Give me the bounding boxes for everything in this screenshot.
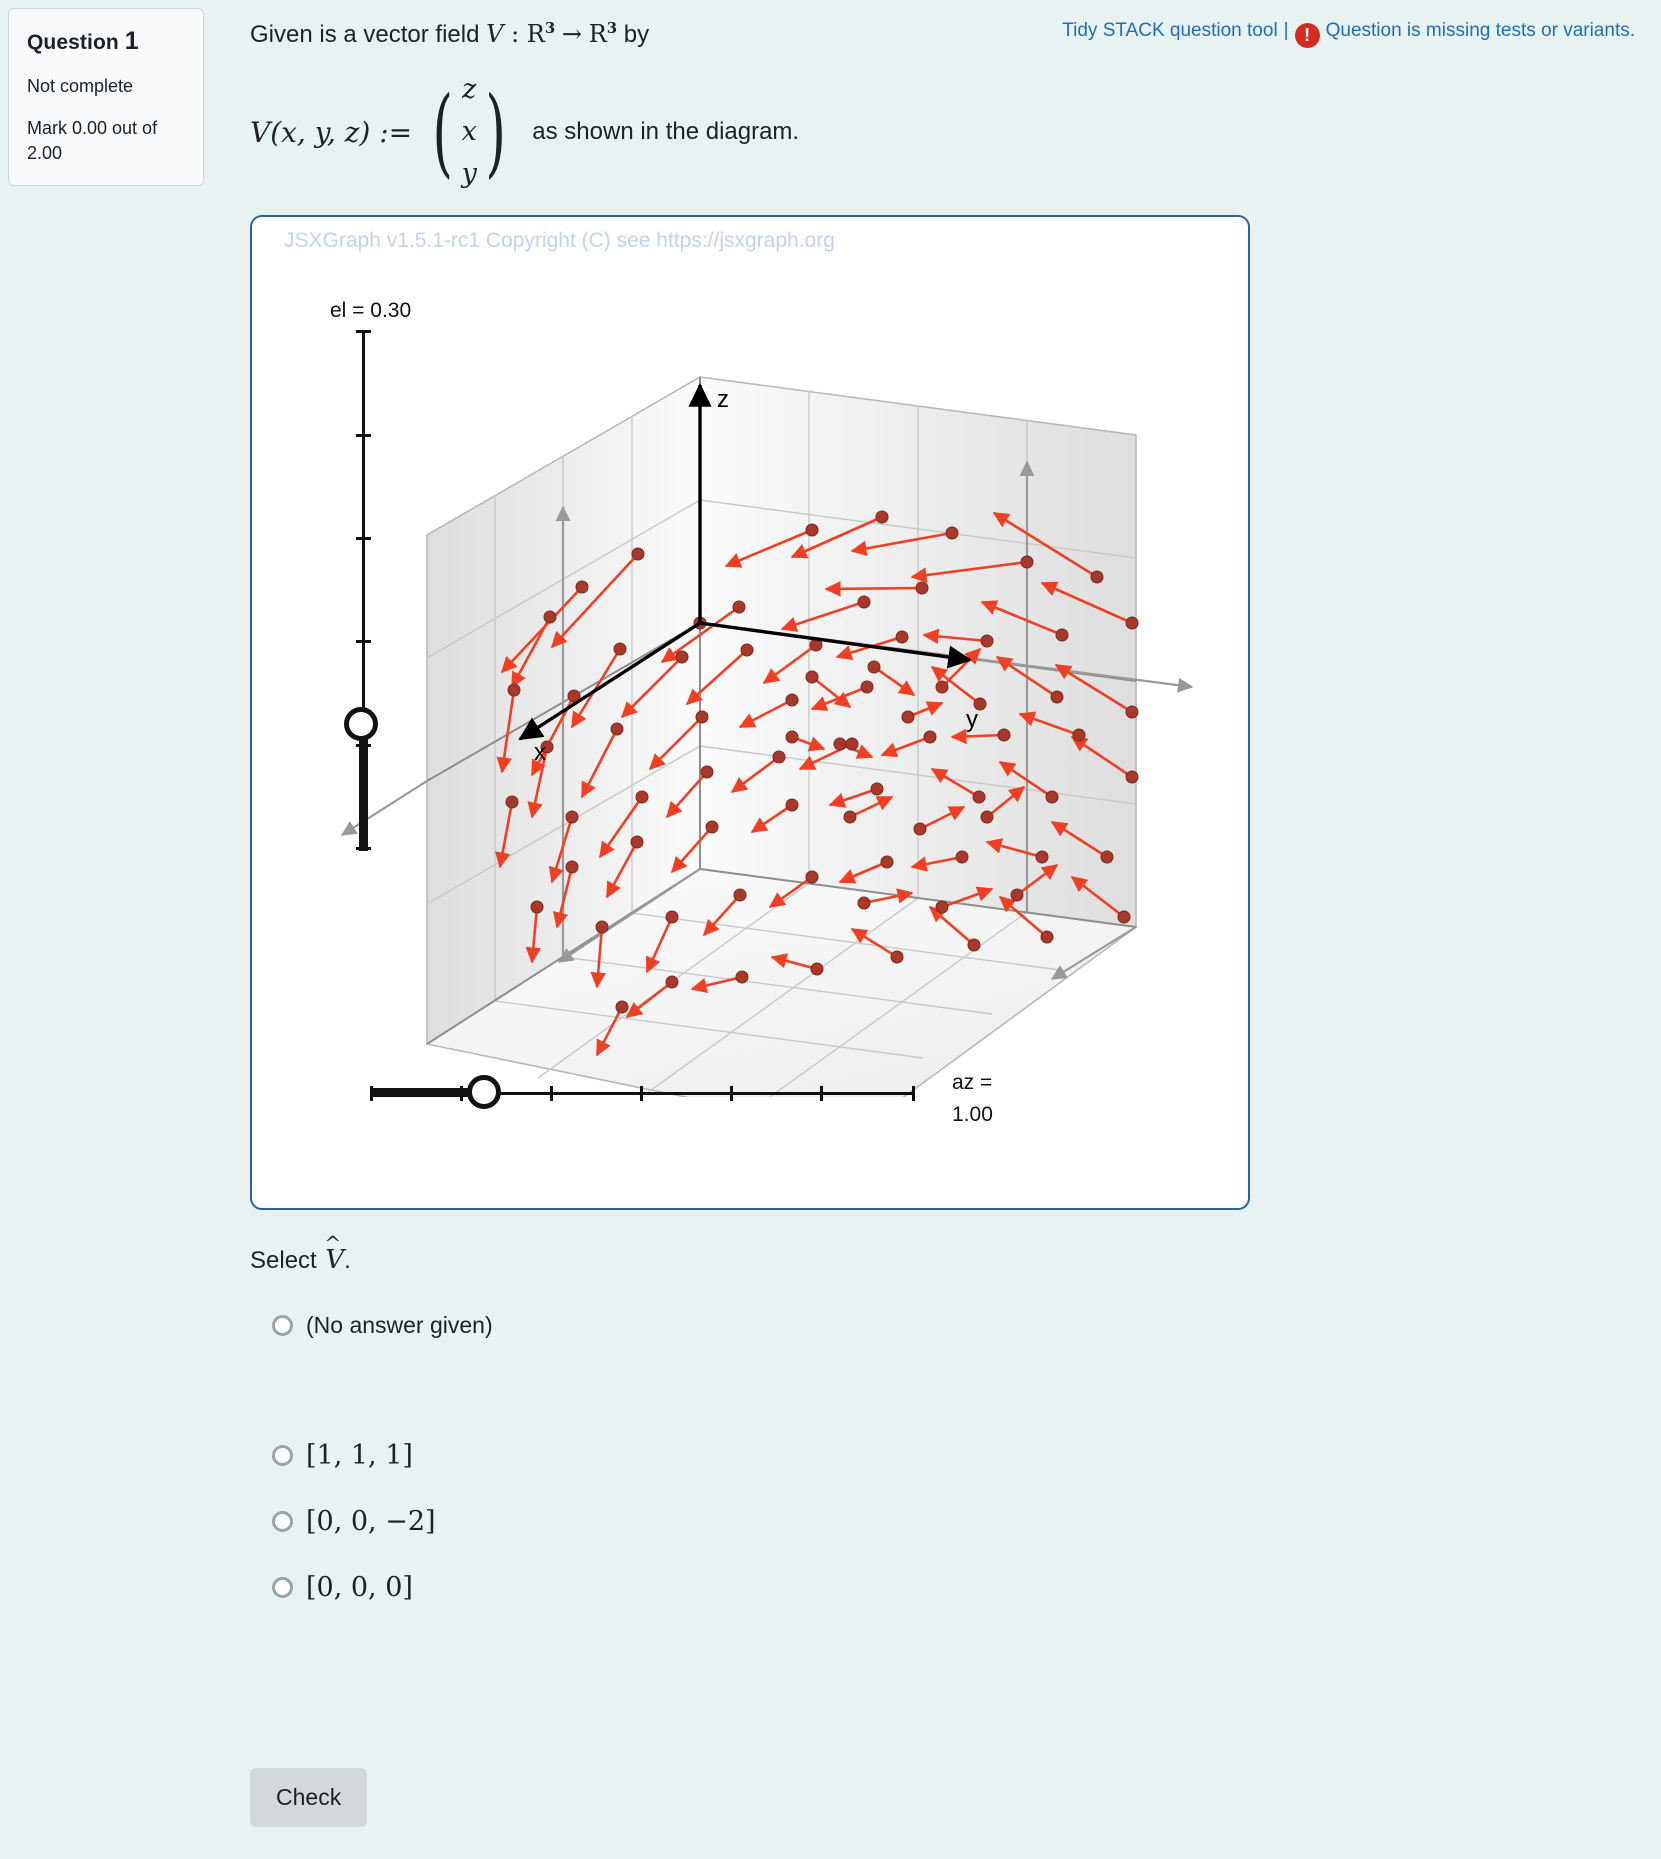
az-slider-tick bbox=[820, 1086, 823, 1101]
z-axis-label: z bbox=[717, 386, 729, 413]
az-slider-tick bbox=[550, 1086, 553, 1101]
question-title: Question 1 bbox=[27, 27, 187, 56]
az-slider-tick bbox=[370, 1086, 373, 1101]
column-vector: ( z x y ) bbox=[424, 69, 514, 195]
vector-field-definition: V(x, y, z) := ( z x y ) as shown in the … bbox=[250, 69, 1661, 195]
el-slider-tick bbox=[356, 640, 371, 643]
jsxgraph-panel[interactable]: JSXGraph v1.5.1-rc1 Copyright (C) see ht… bbox=[250, 215, 1250, 1210]
stem-line-2-suffix: as shown in the diagram. bbox=[532, 118, 800, 146]
el-slider-handle[interactable] bbox=[344, 707, 378, 741]
question-title-label: Question bbox=[27, 31, 119, 54]
stem-intro: Given is a vector field bbox=[250, 21, 487, 48]
az-slider-fill bbox=[370, 1088, 480, 1097]
left-paren: ( bbox=[432, 75, 454, 188]
answer-option-label: [1, 1, 1] bbox=[306, 1440, 413, 1471]
stem-colon: : bbox=[503, 20, 527, 48]
vector-component-1: z bbox=[462, 74, 477, 106]
answer-option-3[interactable]: [0, 0, 0] bbox=[272, 1572, 413, 1603]
notice-separator: | bbox=[1283, 20, 1289, 41]
radio-button[interactable] bbox=[272, 1577, 293, 1598]
exclamation-circle-icon: ! bbox=[1294, 23, 1320, 48]
vector-components: z x y bbox=[462, 69, 477, 195]
tidy-stack-question-tool-link[interactable]: Tidy STACK question tool bbox=[1062, 20, 1277, 41]
definition-lhs: V(x, y, z) := bbox=[250, 115, 413, 149]
vector-field-3d-plot: z y x bbox=[340, 375, 1194, 1097]
question-status: Not complete bbox=[27, 76, 134, 96]
answer-option-2[interactable]: [0, 0, −2] bbox=[272, 1506, 436, 1537]
answer-prompt: Select ^ V. bbox=[250, 1231, 351, 1275]
answer-option-label: [0, 0, −2] bbox=[306, 1506, 436, 1537]
az-slider-tick bbox=[640, 1086, 643, 1101]
el-slider-label: el = 0.30 bbox=[330, 299, 412, 322]
answer-option-label: [0, 0, 0] bbox=[306, 1572, 413, 1603]
radio-button[interactable] bbox=[272, 1511, 293, 1532]
az-slider-tick bbox=[912, 1086, 915, 1101]
tidy-stack-notice: Tidy STACK question tool |! Question is mi… bbox=[1062, 20, 1635, 48]
az-slider-value: 1.00 bbox=[952, 1102, 993, 1126]
answer-option-label: (No answer given) bbox=[306, 1312, 493, 1338]
vector-component-3: y bbox=[461, 158, 477, 190]
v-hat-symbol: ^ V bbox=[324, 1231, 345, 1275]
hat-accent-icon: ^ bbox=[324, 1231, 342, 1255]
el-slider-cap-top bbox=[356, 330, 371, 333]
az-slider-tick bbox=[730, 1086, 733, 1101]
y-axis-label: y bbox=[966, 706, 978, 733]
main-content: Given is a vector field V : R3 → R3 by V… bbox=[222, 0, 1661, 1859]
question-number: 1 bbox=[124, 27, 139, 55]
maps-to-arrow-icon: → bbox=[561, 20, 583, 48]
az-slider-label: az = 1.00 bbox=[952, 1067, 993, 1130]
codomain-symbol: R3 bbox=[588, 19, 618, 48]
vector-component-2: x bbox=[461, 116, 477, 148]
az-slider-label-line1: az = bbox=[952, 1071, 993, 1094]
x-axis-label: x bbox=[534, 739, 546, 766]
question-info-box: Question 1 Not complete Mark 0.00 out of… bbox=[8, 8, 204, 186]
jsxgraph-canvas[interactable]: z y x el = 0.30 az = 1.00 bbox=[252, 217, 1248, 1208]
el-slider-tick bbox=[356, 537, 371, 540]
stem-by: by bbox=[617, 21, 650, 48]
radio-button[interactable] bbox=[272, 1445, 293, 1466]
answer-prompt-period: . bbox=[344, 1247, 351, 1274]
answer-option-1[interactable]: [1, 1, 1] bbox=[272, 1440, 413, 1471]
az-slider-tick bbox=[460, 1086, 463, 1101]
missing-tests-warning-link[interactable]: Question is missing tests or variants. bbox=[1326, 20, 1635, 41]
right-paren: ) bbox=[485, 75, 506, 188]
check-button[interactable]: Check bbox=[250, 1768, 368, 1827]
el-slider-tick bbox=[356, 434, 371, 437]
az-slider-handle[interactable] bbox=[467, 1075, 501, 1109]
domain-symbol: R3 bbox=[526, 19, 556, 48]
answer-prompt-text: Select bbox=[250, 1247, 324, 1274]
radio-button[interactable] bbox=[272, 1315, 293, 1336]
question-stem: Given is a vector field V : R3 → R3 by V… bbox=[222, 0, 1661, 195]
answer-option-none[interactable]: (No answer given) bbox=[272, 1312, 493, 1339]
field-symbol: V bbox=[486, 20, 504, 48]
el-slider-fill bbox=[359, 727, 368, 851]
question-mark: Mark 0.00 out of 2.00 bbox=[27, 117, 158, 164]
